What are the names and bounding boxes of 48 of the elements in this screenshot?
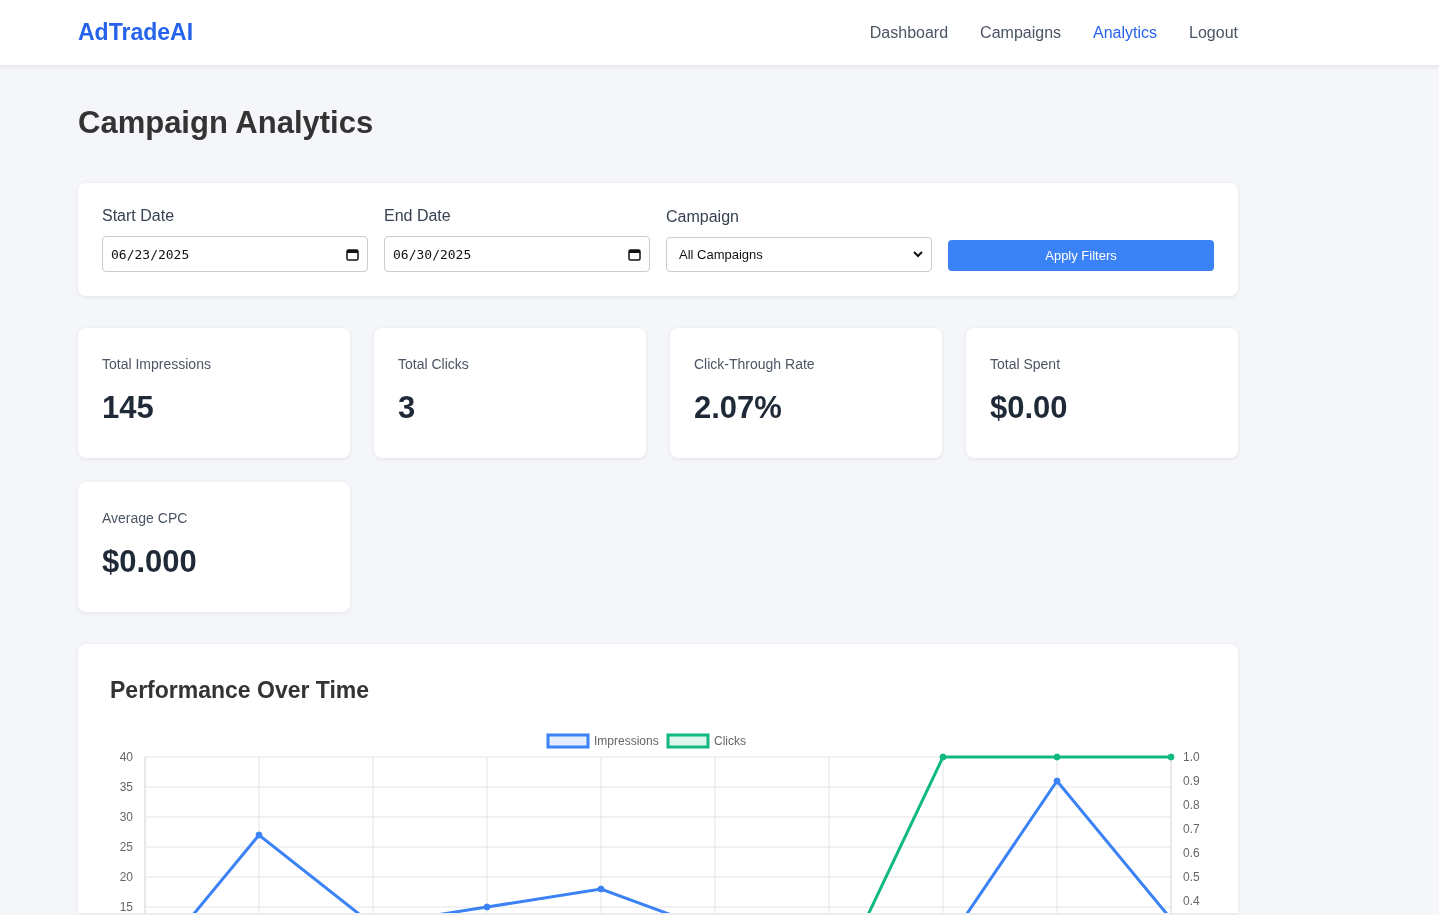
- nav-link[interactable]: Logout: [1189, 23, 1238, 42]
- point: [1053, 777, 1061, 785]
- y2-tick-label: 0.5: [1183, 870, 1201, 884]
- stat-label: Total Clicks: [398, 356, 470, 372]
- calendar-icon[interactable]: [346, 247, 359, 261]
- y2-tick-label: 0.9: [1183, 774, 1201, 788]
- apply-filters-button[interactable]: Apply Filters: [948, 240, 1214, 271]
- y2-tick-label: 0.6: [1183, 846, 1201, 860]
- stat-value: 2.07%: [694, 390, 783, 426]
- calendar-icon[interactable]: [628, 247, 641, 261]
- field-label: End Date: [384, 207, 452, 225]
- chart-card: Performance Over Time Impressions Clicks 15 20 25 30 35 40 0.4 0.5 0.6 0.7 0.8 0.9 1.0: [78, 644, 1238, 913]
- stat-value: $0.000: [102, 544, 198, 580]
- date-field[interactable]: 06/30/2025: [384, 236, 650, 272]
- stat-label: Average CPC: [102, 510, 189, 526]
- point: [483, 903, 491, 911]
- field-label: Campaign: [666, 208, 740, 226]
- y-tick-label: 35: [119, 780, 134, 794]
- field-label: Start Date: [102, 207, 176, 225]
- y-tick-label: 20: [119, 870, 134, 884]
- page-title: Campaign Analytics: [78, 105, 375, 141]
- nav-link[interactable]: Campaigns: [980, 23, 1062, 42]
- point: [597, 885, 605, 893]
- chevron-down-icon: [913, 251, 923, 258]
- y2-tick-label: 1.0: [1183, 750, 1201, 764]
- chart-title: Performance Over Time: [110, 677, 371, 704]
- y-tick-label: 30: [119, 810, 134, 824]
- nav-link[interactable]: Analytics: [1093, 23, 1158, 42]
- campaign-select[interactable]: All Campaigns: [666, 237, 932, 272]
- y-tick-label: 40: [119, 750, 134, 764]
- legend-label: Impressions: [594, 734, 659, 748]
- legend-item[interactable]: Impressions: [546, 733, 659, 749]
- date-field[interactable]: 06/23/2025: [102, 236, 368, 272]
- y2-tick-label: 0.7: [1183, 822, 1201, 836]
- y2-tick-label: 0.8: [1183, 798, 1201, 812]
- y-tick-label: 25: [119, 840, 134, 854]
- nav-link[interactable]: Dashboard: [869, 23, 949, 42]
- stat-label: Total Impressions: [102, 356, 212, 372]
- stat-label: Click-Through Rate: [694, 356, 816, 372]
- stat-value: $0.00: [990, 390, 1069, 426]
- y-tick-label: 15: [119, 900, 134, 914]
- y2-tick-label: 0.4: [1183, 894, 1201, 908]
- stat-label: Total Spent: [990, 356, 1062, 372]
- stat-value: 3: [398, 390, 417, 426]
- logo[interactable]: AdTradeAI: [78, 19, 194, 46]
- stat-value: 145: [102, 390, 155, 426]
- point: [255, 831, 263, 839]
- legend-label: Clicks: [714, 734, 746, 748]
